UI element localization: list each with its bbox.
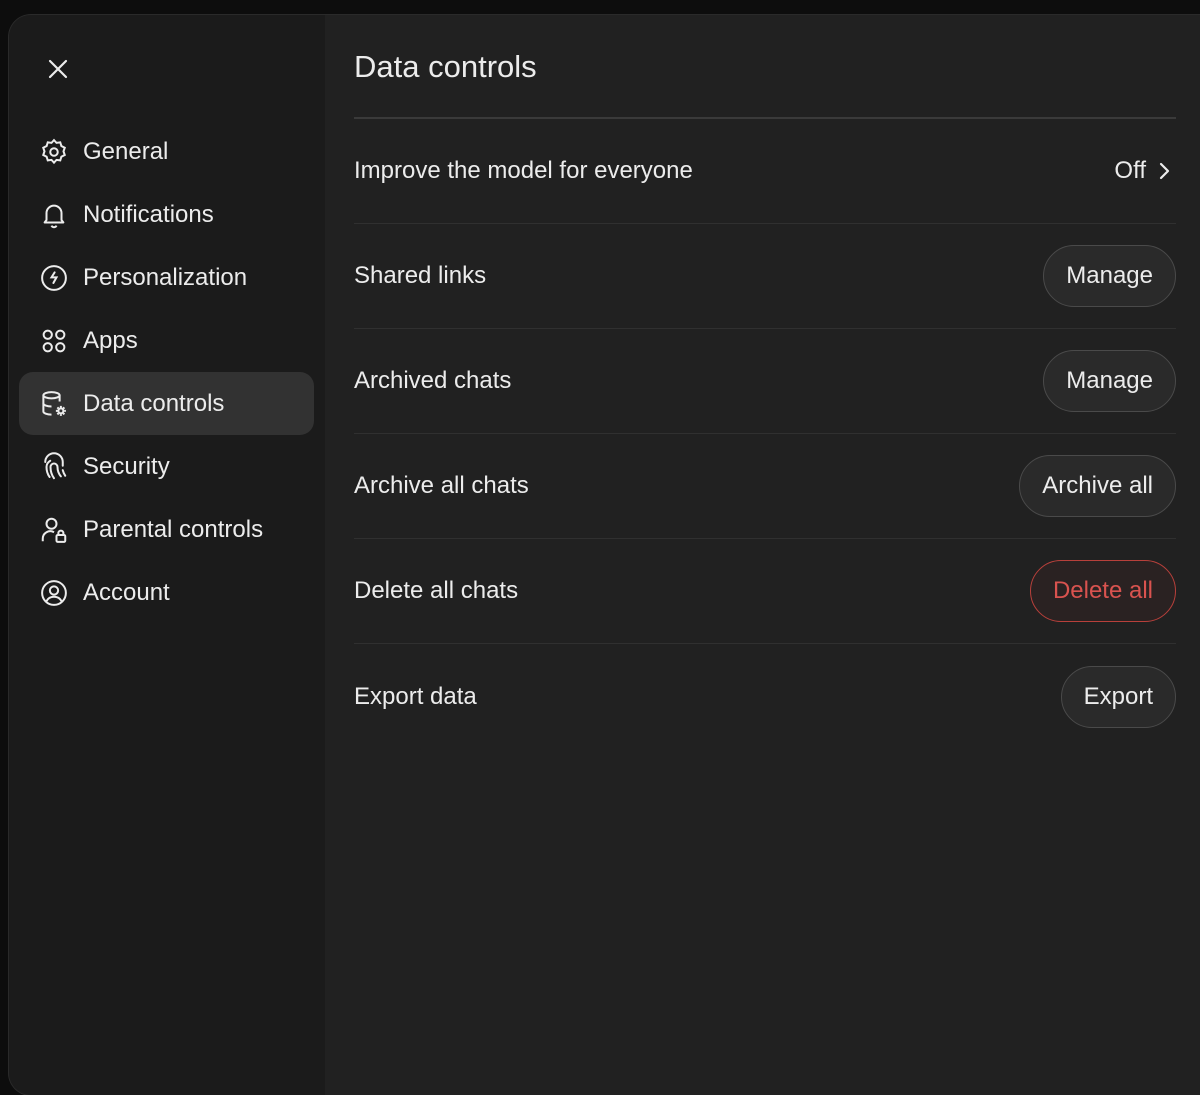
sidebar-item-notifications[interactable]: Notifications	[19, 183, 314, 246]
setting-label: Delete all chats	[354, 577, 519, 604]
sidebar-item-label: Data controls	[83, 389, 225, 417]
sidebar-item-label: Security	[83, 452, 170, 480]
settings-nav: General Notifications Personalization Ap…	[19, 120, 314, 624]
setting-row-export-data: Export data Export	[354, 644, 1176, 749]
gear-icon	[39, 137, 69, 167]
sidebar-item-label: General	[83, 137, 169, 165]
sidebar-item-apps[interactable]: Apps	[19, 309, 314, 372]
settings-modal: General Notifications Personalization Ap…	[9, 15, 1200, 1095]
setting-label: Shared links	[354, 262, 487, 289]
delete-all-button[interactable]: Delete all	[1029, 560, 1176, 622]
sidebar-item-label: Account	[83, 578, 170, 606]
setting-label: Improve the model for everyone	[354, 157, 693, 184]
setting-row-improve-model: Improve the model for everyone Off	[354, 119, 1176, 224]
setting-row-shared-links: Shared links Manage	[354, 224, 1176, 329]
manage-archived-chats-button[interactable]: Manage	[1043, 350, 1176, 412]
setting-label: Archive all chats	[354, 472, 529, 499]
sidebar-item-general[interactable]: General	[19, 120, 314, 183]
sidebar-item-account[interactable]: Account	[19, 561, 314, 624]
fingerprint-icon	[39, 451, 69, 482]
settings-sidebar: General Notifications Personalization Ap…	[9, 15, 325, 1095]
sidebar-item-label: Personalization	[83, 263, 248, 291]
close-button[interactable]	[41, 52, 75, 86]
export-button[interactable]: Export	[1060, 665, 1176, 728]
bell-icon	[39, 200, 69, 230]
setting-row-archived-chats: Archived chats Manage	[354, 329, 1176, 434]
sidebar-item-label: Notifications	[83, 200, 214, 228]
user-lock-icon	[39, 515, 69, 545]
user-circle-icon	[39, 578, 69, 608]
setting-row-delete-all: Delete all chats Delete all	[354, 539, 1176, 644]
improve-model-toggle[interactable]: Off	[1114, 157, 1176, 185]
sidebar-item-label: Parental controls	[83, 515, 264, 543]
settings-rows: Improve the model for everyone Off Share…	[354, 119, 1176, 749]
sidebar-item-data-controls[interactable]: Data controls	[19, 372, 314, 435]
setting-value: Off	[1114, 157, 1146, 184]
apps-grid-icon	[39, 326, 69, 356]
close-icon	[48, 59, 68, 79]
manage-shared-links-button[interactable]: Manage	[1043, 245, 1176, 307]
page-title: Data controls	[354, 49, 537, 84]
database-gear-icon	[39, 389, 69, 419]
setting-label: Export data	[354, 682, 477, 710]
archive-all-button[interactable]: Archive all	[1019, 455, 1176, 517]
chevron-right-icon	[1159, 162, 1170, 180]
sidebar-item-parental-controls[interactable]: Parental controls	[19, 498, 314, 561]
settings-content: Data controls Improve the model for ever…	[354, 15, 1176, 1095]
sidebar-item-label: Apps	[83, 326, 138, 354]
sidebar-item-security[interactable]: Security	[19, 435, 314, 498]
sidebar-item-personalization[interactable]: Personalization	[19, 246, 314, 309]
setting-row-archive-all: Archive all chats Archive all	[354, 434, 1176, 539]
personalization-icon	[39, 263, 69, 293]
setting-label: Archived chats	[354, 367, 512, 394]
